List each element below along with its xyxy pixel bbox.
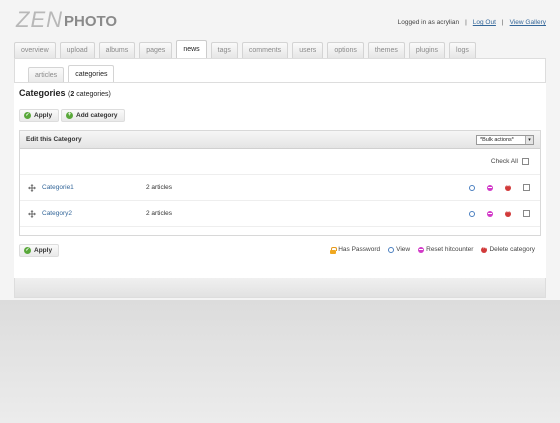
subtab-articles[interactable]: articles xyxy=(28,67,65,82)
user-bar: Logged in as acrylian | Log Out | View G… xyxy=(398,19,546,26)
check-all-checkbox[interactable] xyxy=(522,158,529,165)
delete-icon xyxy=(481,245,488,253)
tab-tags[interactable]: tags xyxy=(210,42,238,58)
table-row: Categorie1 2 articles xyxy=(20,175,540,201)
page-title-text: Categories xyxy=(19,88,66,98)
page-title: Categories (2 categories) xyxy=(19,88,111,98)
subtab-categories[interactable]: categories xyxy=(68,65,115,82)
zenphoto-logo[interactable]: ZEN PHOTO xyxy=(16,9,117,31)
category-name-link[interactable]: Categorie1 xyxy=(42,184,74,191)
logo-photo-text: PHOTO xyxy=(64,13,118,30)
row-actions xyxy=(469,209,530,217)
table-title: Edit this Category xyxy=(26,136,82,143)
tab-themes[interactable]: themes xyxy=(367,42,405,58)
bulk-actions-select[interactable]: *Bulk actions* ▾ xyxy=(476,134,534,145)
article-count: 2 articles xyxy=(146,210,173,217)
separator: | xyxy=(501,19,504,26)
main-tabs: overview upload albums pages news tags c… xyxy=(14,40,476,58)
legend-delete-label: Delete category xyxy=(489,246,535,253)
category-table: Edit this Category *Bulk actions* ▾ Chec… xyxy=(19,130,541,236)
legend-has-password: Has Password xyxy=(330,246,381,254)
tab-upload[interactable]: upload xyxy=(59,42,95,58)
move-handle-icon[interactable] xyxy=(28,184,36,192)
panel-footer xyxy=(14,278,546,298)
delete-icon[interactable] xyxy=(505,183,511,191)
legend-view: View xyxy=(388,246,410,253)
delete-icon[interactable] xyxy=(505,209,511,217)
row-checkbox[interactable] xyxy=(523,210,530,217)
logout-link[interactable]: Log Out xyxy=(473,19,496,26)
category-name-link[interactable]: Category2 xyxy=(42,210,72,217)
view-icon[interactable] xyxy=(469,210,475,217)
logo-zen-text: ZEN xyxy=(16,7,63,32)
tab-pages[interactable]: pages xyxy=(139,42,173,58)
tab-comments[interactable]: comments xyxy=(241,42,289,58)
row-actions xyxy=(469,183,530,191)
check-all-label: Check All xyxy=(490,158,518,165)
tab-users[interactable]: users xyxy=(292,42,324,58)
tab-albums[interactable]: albums xyxy=(98,42,136,58)
tab-plugins[interactable]: plugins xyxy=(408,42,446,58)
legend-delete: Delete category xyxy=(481,245,535,253)
tab-options[interactable]: options xyxy=(327,42,364,58)
logged-in-text: Logged in as acrylian xyxy=(397,19,460,26)
icon-legend: Has Password View Reset hitcounter Delet… xyxy=(330,245,535,254)
legend-has-password-label: Has Password xyxy=(338,246,381,253)
apply-label: Apply xyxy=(34,247,53,254)
tab-logs[interactable]: logs xyxy=(449,42,476,58)
move-handle-icon[interactable] xyxy=(28,210,36,218)
check-icon: ✓ xyxy=(24,112,31,119)
separator: | xyxy=(465,19,467,26)
apply-label: Apply xyxy=(34,112,53,119)
legend-reset-label: Reset hitcounter xyxy=(426,246,474,253)
legend-reset: Reset hitcounter xyxy=(418,246,473,253)
check-all-row: Check All xyxy=(20,149,540,175)
view-gallery-link[interactable]: View Gallery xyxy=(510,19,546,26)
add-category-label: Add category xyxy=(76,112,118,119)
article-count: 2 articles xyxy=(146,184,173,191)
chevron-down-icon: ▾ xyxy=(525,135,533,144)
legend-view-label: View xyxy=(396,246,411,253)
reset-hitcounter-icon xyxy=(418,246,425,253)
table-row: Category2 2 articles xyxy=(20,201,540,227)
table-header: Edit this Category *Bulk actions* ▾ xyxy=(20,131,540,149)
plus-icon: + xyxy=(66,112,73,119)
lock-icon xyxy=(330,246,338,254)
apply-button-bottom[interactable]: ✓ Apply xyxy=(19,244,60,257)
tab-news[interactable]: news xyxy=(176,40,207,58)
bulk-actions-value: *Bulk actions* xyxy=(480,136,514,143)
add-category-button[interactable]: + Add category xyxy=(61,109,125,122)
row-checkbox[interactable] xyxy=(523,184,530,191)
tab-overview[interactable]: overview xyxy=(14,42,56,58)
sub-tabs: articles categories xyxy=(28,65,115,82)
reset-hitcounter-icon[interactable] xyxy=(487,210,493,217)
check-icon: ✓ xyxy=(24,247,31,254)
apply-button-top[interactable]: ✓ Apply xyxy=(19,109,60,122)
category-count: (2 categories) xyxy=(68,91,111,98)
view-icon xyxy=(388,246,395,253)
view-icon[interactable] xyxy=(469,184,475,191)
reset-hitcounter-icon[interactable] xyxy=(487,184,493,191)
